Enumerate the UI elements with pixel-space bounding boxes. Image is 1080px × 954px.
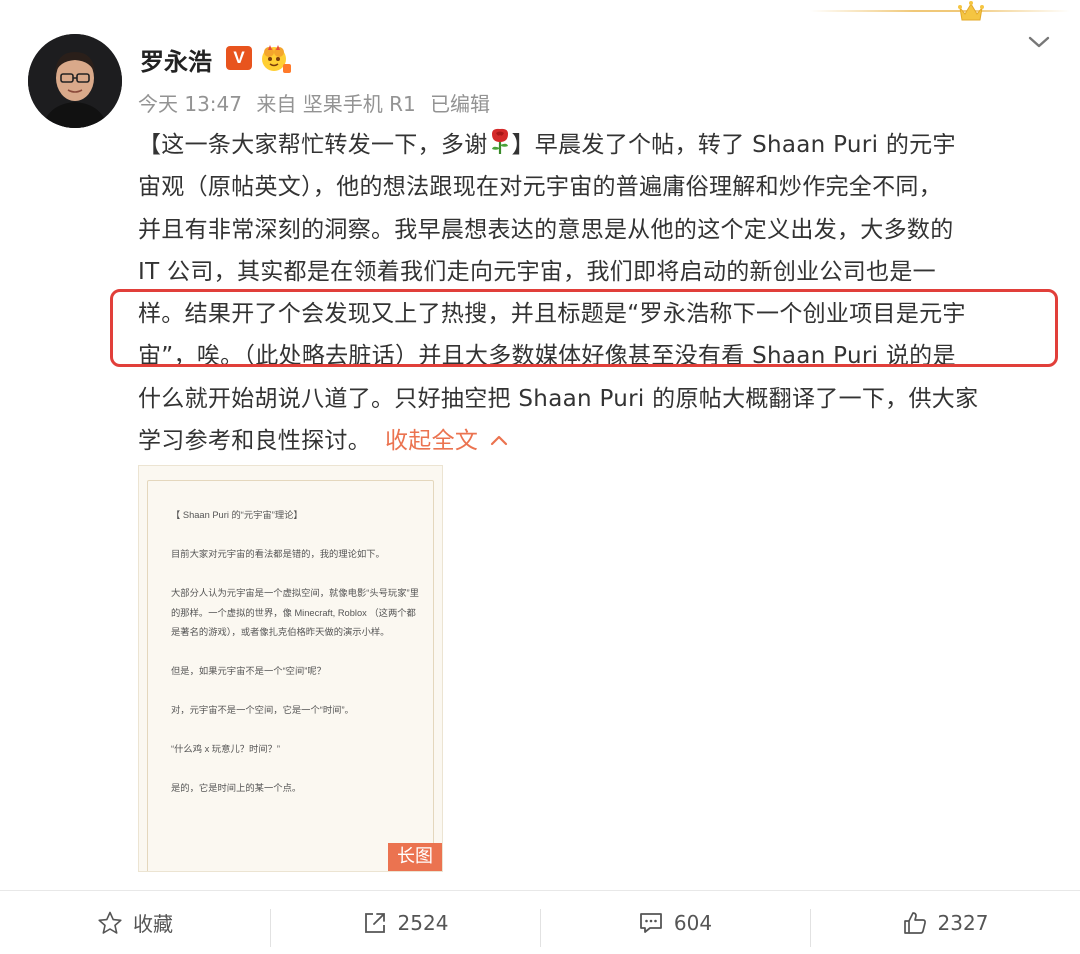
thumbnail-paragraph: 【 Shaan Puri 的“元宇宙”理论】 (171, 510, 303, 520)
star-icon (98, 911, 122, 934)
action-bar: 收藏 2524 604 2327 (0, 890, 1080, 954)
post-line-text: 】早晨发了个帖，转了 Shaan Puri 的元宇 (511, 132, 956, 158)
comment-icon (640, 912, 662, 933)
post-line: 什么就开始胡说八道了。只好抽空把 Shaan Puri 的原帖大概翻译了一下，供… (138, 385, 979, 412)
thumbs-up-icon (903, 911, 926, 934)
thumbnail-paragraph: 但是，如果元宇宙不是一个“空间”呢？ (171, 666, 326, 676)
thumbnail-paragraph: 大部分人认为元宇宙是一个虚拟空间，就像电影“头号玩家”里的那样。一个虚拟的世界，… (171, 588, 419, 637)
post-source: 来自 坚果手机 R1 (256, 92, 416, 116)
repost-count: 2524 (397, 910, 449, 935)
thumbnail-paragraph: 对，元宇宙不是一个空间，它是一个“时间”。 (171, 705, 354, 715)
vip-badge-icon (262, 45, 291, 73)
thumbnail-text: 【 Shaan Puri 的“元宇宙”理论】 目前大家对元宇宙的看法都是错的，我… (171, 506, 421, 818)
favorite-label: 收藏 (133, 912, 173, 936)
username[interactable]: 罗永浩 (140, 42, 212, 77)
verified-badge: V (226, 46, 252, 70)
favorite-button[interactable]: 收藏 (0, 891, 270, 954)
long-image-thumbnail[interactable]: 【 Shaan Puri 的“元宇宙”理论】 目前大家对元宇宙的看法都是错的，我… (138, 465, 443, 872)
chevron-up-icon (491, 435, 508, 446)
share-icon (364, 912, 385, 933)
long-image-tag: 长图 (388, 843, 442, 871)
avatar[interactable] (28, 34, 122, 128)
edited-label[interactable]: 已编辑 (430, 92, 490, 116)
post-line-text: 学习参考和良性探讨。 (138, 428, 371, 455)
collapse-link[interactable]: 收起全文 (385, 428, 508, 454)
post-line: IT 公司，其实都是在领着我们走向元宇宙，我们即将启动的新创业公司也是一 (138, 258, 936, 285)
post-line: 并且有非常深刻的洞察。我早晨想表达的意思是从他的这个定义出发，大多数的 (138, 216, 954, 243)
rose-emoji-icon (491, 128, 508, 154)
post-line-text: 【这一条大家帮忙转发一下，多谢 (138, 132, 488, 158)
like-count: 2327 (937, 910, 989, 935)
post-time[interactable]: 今天 13:47 (138, 92, 242, 116)
thumbnail-paragraph: “什么鸡 x 玩意儿？时间？” (171, 744, 280, 754)
thumbnail-paragraph: 目前大家对元宇宙的看法都是错的，我的理论如下。 (171, 549, 385, 559)
chevron-down-icon[interactable] (1024, 30, 1054, 54)
thumbnail-paragraph: 是的，它是时间上的某一个点。 (171, 783, 302, 793)
comment-button[interactable]: 604 (540, 891, 810, 954)
comment-count: 604 (673, 910, 713, 935)
collapse-label: 收起全文 (385, 428, 479, 455)
post-line: 学习参考和良性探讨。 收起全文 (138, 420, 1054, 462)
repost-button[interactable]: 2524 (270, 891, 540, 954)
avatar-portrait (28, 34, 122, 128)
crown-divider-line (810, 10, 1070, 12)
like-button[interactable]: 2327 (810, 891, 1080, 954)
post-line: 【这一条大家帮忙转发一下，多谢 】早晨发了个帖，转了 Shaan Puri 的元… (138, 124, 1054, 166)
post-line: 宙观（原帖英文），他的想法跟现在对元宇宙的普遍庸俗理解和炒作完全不同， (138, 174, 942, 201)
crown-icon (958, 1, 984, 21)
highlight-annotation-box (110, 289, 1058, 367)
post-meta: 今天 13:47 来自 坚果手机 R1 已编辑 (138, 88, 498, 117)
